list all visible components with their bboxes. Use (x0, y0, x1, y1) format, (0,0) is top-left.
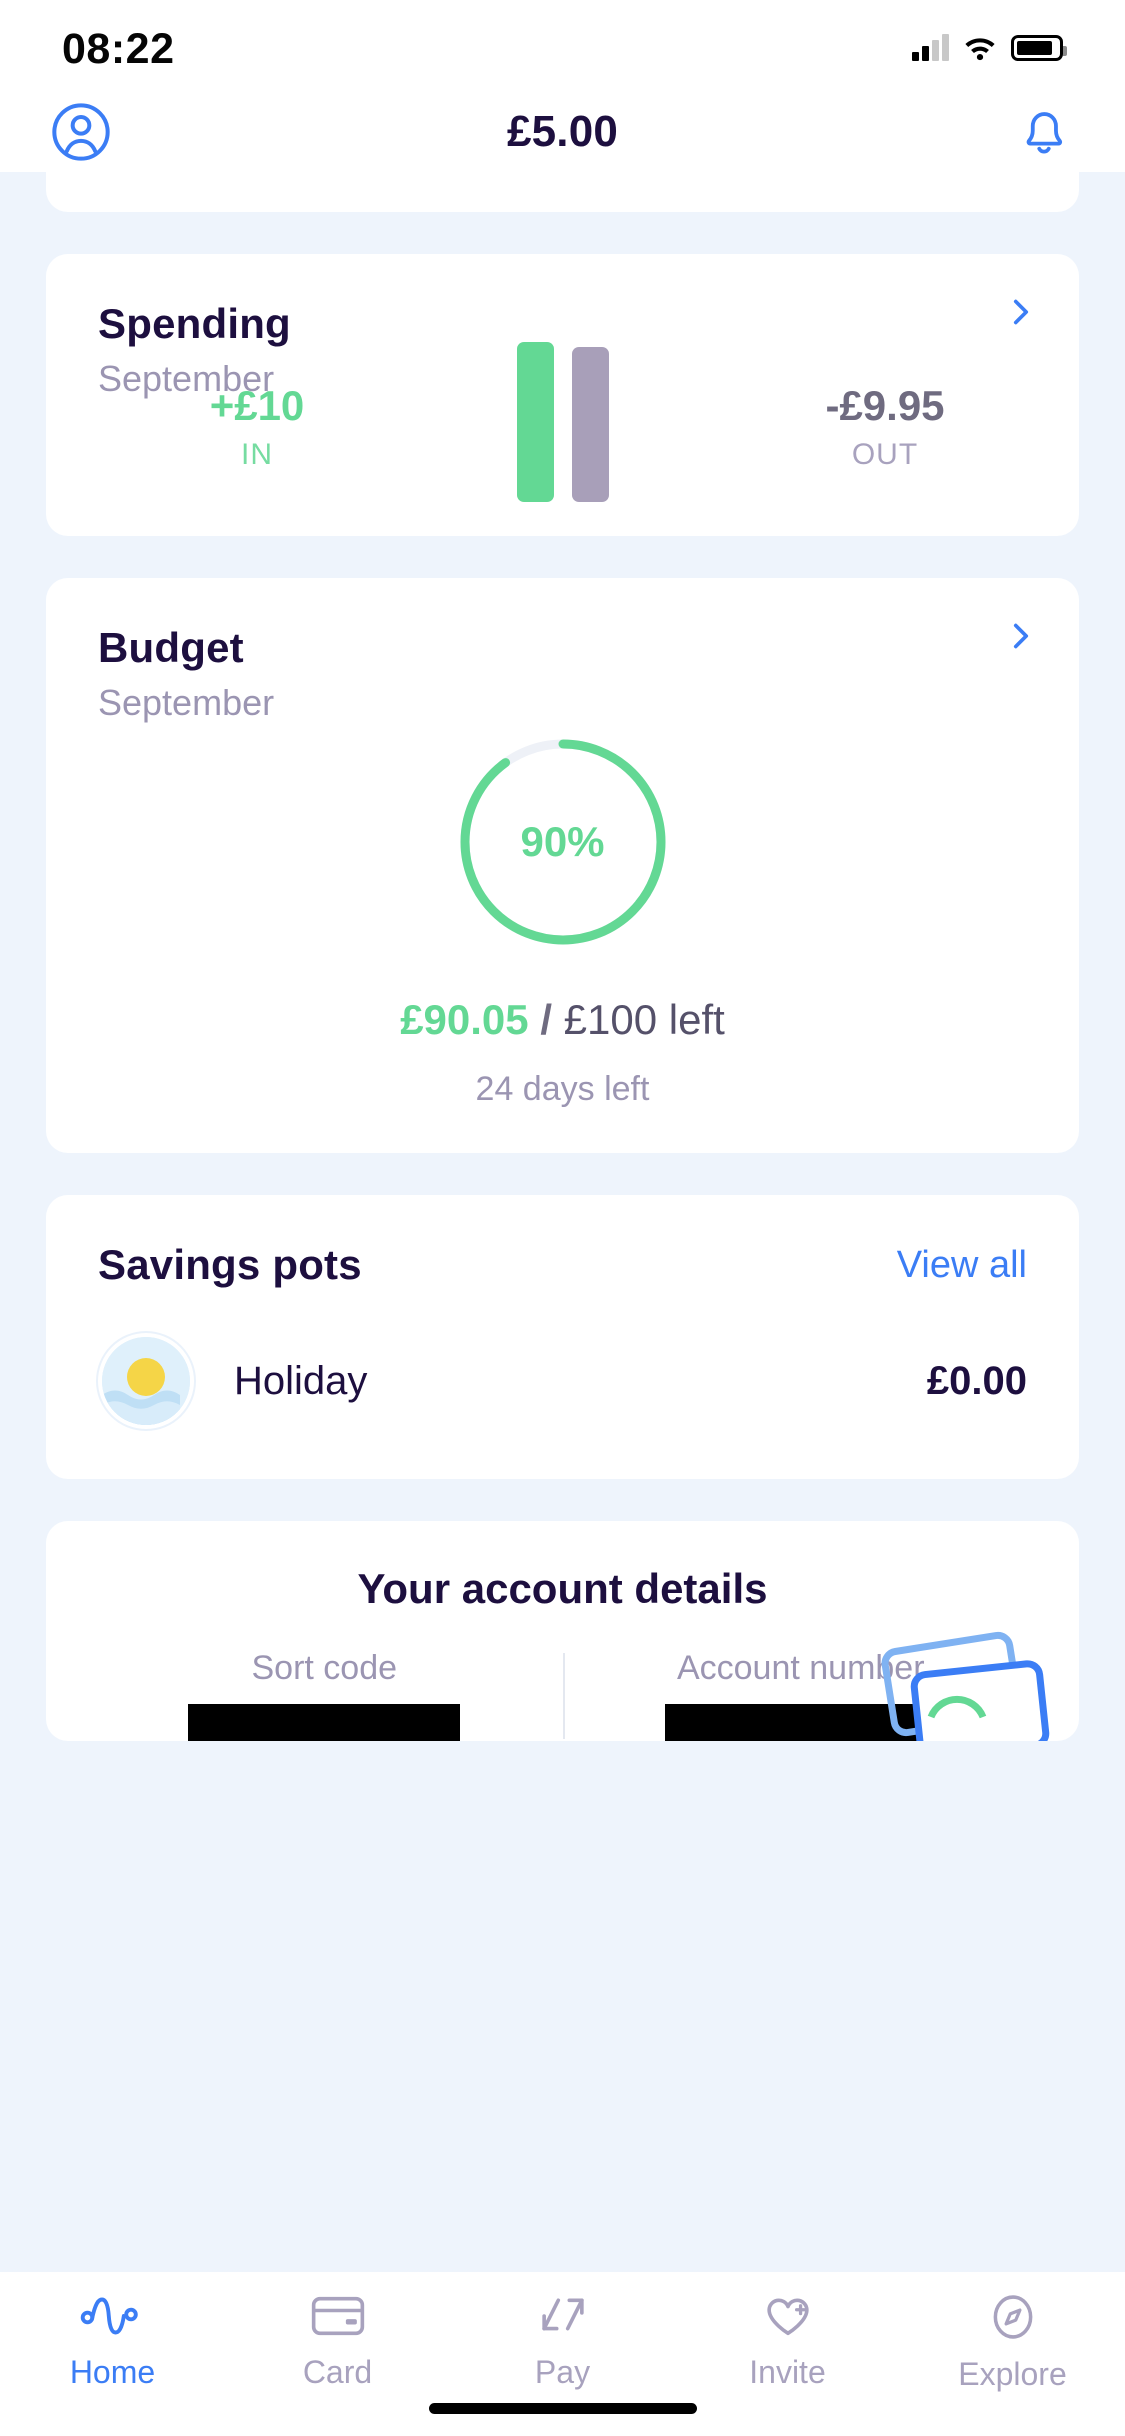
status-time: 08:22 (62, 24, 175, 73)
spending-body: +£10 IN -£9.95 OUT (46, 326, 1079, 502)
tab-invite[interactable]: Invite (675, 2294, 900, 2391)
profile-avatar-icon[interactable] (48, 99, 114, 165)
budget-progress-ring: 90% (453, 732, 673, 952)
spending-out-group: -£9.95 OUT (755, 382, 1015, 472)
spending-out-amount: -£9.95 (825, 382, 945, 429)
tab-pay[interactable]: Pay (450, 2294, 675, 2391)
battery-icon (1011, 35, 1067, 61)
spending-bar-out (571, 347, 609, 502)
previous-card-partial[interactable] (46, 172, 1079, 212)
cellular-signal-icon (912, 34, 949, 61)
cards-illustration-icon (881, 1631, 1050, 1741)
budget-spent: £90.05 (400, 996, 529, 1043)
savings-title: Savings pots (98, 1241, 362, 1288)
app-screen: 08:22 £5.00 Spending September +£10 IN -… (0, 0, 1125, 2436)
budget-card[interactable]: Budget September 90% £90.05 / £100 left … (46, 578, 1079, 1153)
budget-percent-label: 90% (520, 818, 605, 865)
transfer-arrows-icon (541, 2298, 584, 2331)
pot-name: Holiday (234, 1358, 368, 1403)
account-details-card[interactable]: Your account details Sort code Account n… (46, 1521, 1079, 1741)
savings-pots-card[interactable]: Savings pots View all Holiday £0.00 (46, 1195, 1079, 1479)
spending-card[interactable]: Spending September +£10 IN -£9.95 OUT (46, 254, 1079, 536)
app-header: £5.00 (0, 92, 1125, 172)
spending-bar-in (516, 342, 554, 502)
sort-code-redacted-value (188, 1704, 461, 1741)
spending-bar-chart (516, 342, 609, 502)
status-bar: 08:22 (0, 0, 1125, 92)
tab-home[interactable]: Home (0, 2294, 225, 2391)
savings-header: Savings pots View all (98, 1241, 1027, 1289)
budget-title: Budget (98, 624, 244, 671)
spending-out-label: OUT (851, 438, 919, 471)
credit-card-icon (311, 2296, 364, 2336)
view-all-link[interactable]: View all (897, 1244, 1027, 1287)
home-indicator (428, 2403, 697, 2414)
tab-pay-label: Pay (534, 2354, 591, 2390)
status-indicators (912, 31, 1067, 61)
tab-home-label: Home (69, 2354, 156, 2390)
budget-header: Budget September (46, 624, 1079, 724)
chevron-right-icon[interactable] (1007, 622, 1035, 650)
scroll-content[interactable]: Spending September +£10 IN -£9.95 OUT Bu… (0, 172, 1125, 2272)
budget-separator: / (540, 996, 552, 1043)
chevron-right-icon[interactable] (1007, 298, 1035, 326)
sort-code-label: Sort code (251, 1649, 398, 1687)
list-item[interactable]: Holiday £0.00 (98, 1333, 1027, 1429)
budget-days-left: 24 days left (475, 1070, 650, 1108)
bell-icon[interactable] (1011, 99, 1077, 165)
compass-icon (993, 2295, 1032, 2339)
heart-plus-icon (766, 2298, 809, 2336)
spending-in-amount: +£10 (209, 382, 305, 429)
tab-card[interactable]: Card (225, 2294, 450, 2391)
wifi-icon (965, 38, 995, 61)
account-details-title: Your account details (357, 1565, 768, 1612)
spending-in-group: +£10 IN (142, 382, 372, 472)
pot-amount: £0.00 (926, 1358, 1027, 1403)
tab-explore-label: Explore (958, 2356, 1067, 2392)
account-balance: £5.00 (506, 107, 619, 156)
sort-code-field: Sort code (86, 1649, 563, 1741)
budget-total: £100 left (563, 996, 725, 1043)
budget-amounts: £90.05 / £100 left (46, 996, 1079, 1044)
pulse-wave-icon (80, 2297, 138, 2335)
tab-invite-label: Invite (749, 2354, 826, 2390)
spending-in-label: IN (241, 438, 273, 471)
beach-sun-pot-image (98, 1333, 194, 1429)
tab-explore[interactable]: Explore (900, 2294, 1125, 2393)
tab-card-label: Card (302, 2354, 373, 2390)
budget-donut-wrap: 90% (46, 732, 1079, 952)
budget-month: September (98, 682, 275, 723)
